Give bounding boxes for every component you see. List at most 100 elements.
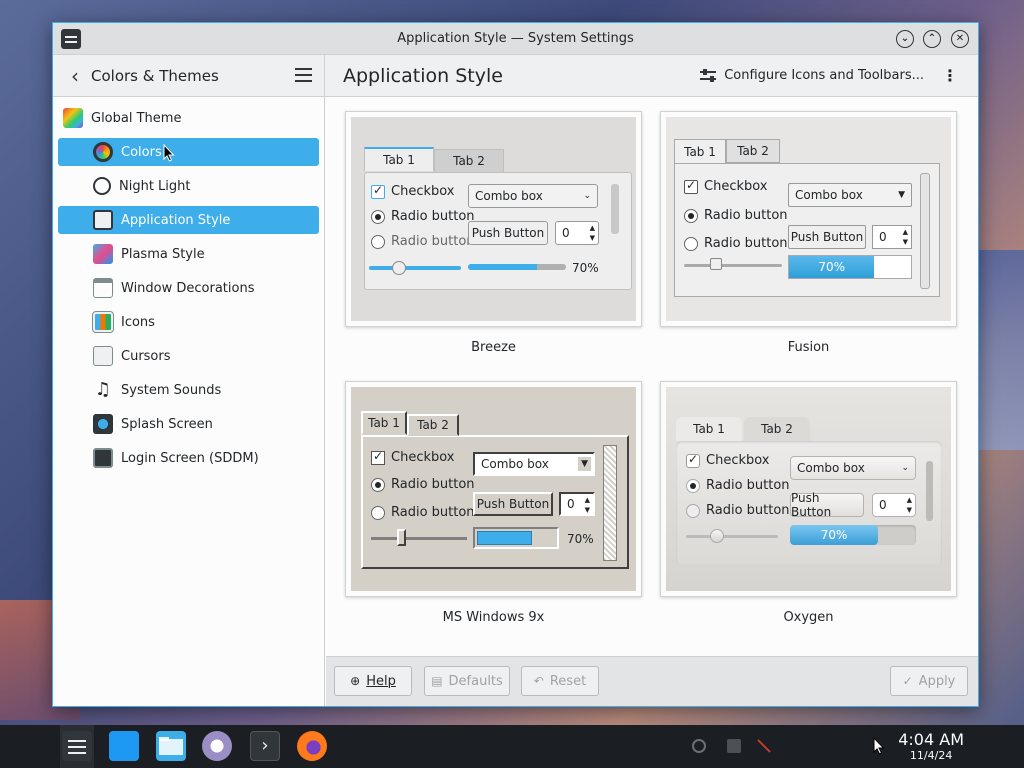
preview-combo: Combo box ▼ xyxy=(473,452,595,476)
sidebar-item-label: Splash Screen xyxy=(121,416,213,432)
icons-icon xyxy=(92,311,114,333)
slider-handle-icon xyxy=(397,529,406,546)
sidebar-item-icons[interactable]: Icons xyxy=(53,305,324,339)
mouse-cursor-icon xyxy=(873,736,887,755)
network-icon[interactable] xyxy=(757,739,771,753)
hamburger-menu-icon[interactable] xyxy=(295,68,312,82)
preview-tab-1: Tab 1 xyxy=(674,139,726,163)
preview-checkbox: Checkbox xyxy=(684,178,768,194)
browser-app-icon[interactable] xyxy=(202,731,232,761)
more-options-icon[interactable]: ⋮ xyxy=(942,66,958,85)
taskbar: › 4:04 AM 11/4/24 xyxy=(0,725,1024,768)
preview-progress-text: 70% xyxy=(572,261,599,275)
preview-combo-label: Combo box xyxy=(797,461,865,475)
style-name: MS Windows 9x xyxy=(442,610,545,625)
preview-tab-2: Tab 2 xyxy=(434,149,504,173)
reset-button[interactable]: ↶ Reset xyxy=(521,666,599,696)
style-preview: Tab 1 Tab 2 Checkbox Radio button Radio … xyxy=(351,387,636,591)
digital-clock[interactable]: 4:04 AM 11/4/24 xyxy=(898,730,964,762)
radio-off-icon xyxy=(371,505,385,520)
radio-off-icon xyxy=(684,236,698,251)
sidebar-item-login-screen[interactable]: Login Screen (SDDM) xyxy=(53,441,324,475)
apply-button[interactable]: ✓ Apply xyxy=(890,666,968,696)
preview-spin-value: 0 xyxy=(562,226,570,240)
back-icon[interactable]: ‹ xyxy=(61,62,89,90)
plasma-style-icon xyxy=(93,244,113,264)
progress-fill: 70% xyxy=(790,525,879,545)
system-settings-app-icon[interactable] xyxy=(61,29,81,49)
sidebar-item-night-light[interactable]: Night Light xyxy=(53,169,324,203)
chevron-down-icon: ⌄ xyxy=(583,191,591,201)
maximize-button[interactable]: ⌃ xyxy=(923,30,941,48)
sidebar-item-application-style[interactable]: Application Style xyxy=(58,206,319,234)
window-title: Application Style — System Settings xyxy=(397,31,634,46)
preview-tab-2: Tab 2 xyxy=(726,139,780,163)
sidebar-item-splash-screen[interactable]: Splash Screen xyxy=(53,407,324,441)
sidebar-item-system-sounds[interactable]: ♫ System Sounds xyxy=(53,373,324,407)
preview-radio-on: Radio button xyxy=(371,477,475,492)
preview-spin-value: 0 xyxy=(567,497,575,511)
preview-combo-label: Combo box xyxy=(481,457,549,471)
preview-push-button: Push Button xyxy=(473,492,553,516)
preview-scrollbar xyxy=(926,461,933,521)
style-card-oxygen[interactable]: Tab 1 Tab 2 Checkbox Radio button Radio … xyxy=(660,381,957,625)
breadcrumb: Colors & Themes xyxy=(91,66,219,85)
minimize-button[interactable]: ⌄ xyxy=(896,30,914,48)
sidebar-item-plasma-style[interactable]: Plasma Style xyxy=(53,237,324,271)
tray-icon[interactable] xyxy=(727,739,741,753)
preview-progress xyxy=(473,527,559,549)
file-manager-icon[interactable] xyxy=(156,731,186,761)
terminal-icon[interactable]: › xyxy=(250,731,280,761)
preview-radio-label: Radio button xyxy=(391,477,475,492)
preview-radio-off: Radio button xyxy=(371,505,475,520)
night-light-icon xyxy=(93,177,111,195)
style-card-fusion[interactable]: Tab 1 Tab 2 Checkbox Radio button Radio … xyxy=(660,111,957,355)
preview-push-button: Push Button xyxy=(790,491,864,519)
checkbox-check-icon xyxy=(371,183,385,199)
radio-off-icon xyxy=(371,234,385,249)
sidebar-item-colors[interactable]: Colors xyxy=(58,138,319,166)
preview-checkbox: Checkbox xyxy=(371,449,455,465)
chevron-down-icon: ▼ xyxy=(578,457,591,471)
undo-icon: ↶ xyxy=(533,674,544,688)
style-card-ms-windows-9x[interactable]: Tab 1 Tab 2 Checkbox Radio button Radio … xyxy=(345,381,642,625)
preview-slider xyxy=(369,266,461,270)
style-preview: Tab 1 Tab 2 Checkbox Radio button Radio … xyxy=(666,117,951,321)
configure-label: Configure Icons and Toolbars... xyxy=(724,68,924,83)
configure-toolbar-icon xyxy=(700,68,717,83)
preview-radio-label: Radio button xyxy=(706,478,790,493)
colors-icon xyxy=(93,142,113,162)
sidebar-item-cursors[interactable]: Cursors xyxy=(53,339,324,373)
slider-handle-icon xyxy=(392,261,406,275)
defaults-button[interactable]: ▤ Defaults xyxy=(424,666,510,696)
help-button[interactable]: ⊕ Help xyxy=(334,666,412,696)
sidebar-item-label: System Sounds xyxy=(121,382,222,398)
configure-icons-toolbars-button[interactable]: Configure Icons and Toolbars... xyxy=(700,68,924,83)
application-style-icon xyxy=(93,210,113,230)
preview-tab-2: Tab 2 xyxy=(407,414,459,436)
preview-radio-label: Radio button xyxy=(704,236,788,251)
radio-on-icon xyxy=(684,208,698,223)
radio-off-icon xyxy=(686,503,700,518)
sidebar-item-label: Icons xyxy=(121,314,155,330)
close-button[interactable]: ✕ xyxy=(951,30,969,48)
tray-icon[interactable] xyxy=(692,739,706,753)
discover-store-icon[interactable] xyxy=(109,731,139,761)
cursors-icon xyxy=(93,346,113,366)
preview-tab-1: Tab 1 xyxy=(676,417,742,441)
firefox-icon[interactable] xyxy=(297,731,327,761)
sidebar-item-label: Window Decorations xyxy=(121,280,255,296)
sidebar-item-window-decorations[interactable]: Window Decorations xyxy=(53,271,324,305)
window-titlebar[interactable]: Application Style — System Settings ⌄ ⌃ … xyxy=(53,23,978,55)
preview-radio-label: Radio button xyxy=(391,505,475,520)
sidebar-item-global-theme[interactable]: Global Theme xyxy=(53,101,324,135)
progress-fill xyxy=(477,531,532,545)
preview-checkbox: Checkbox xyxy=(686,452,770,468)
preview-radio-on: Radio button xyxy=(684,208,788,223)
system-settings-taskbar-icon[interactable] xyxy=(62,731,92,761)
style-card-breeze[interactable]: Tab 1 Tab 2 Checkbox Radio button Radio … xyxy=(345,111,642,355)
preview-combo: Combo box ⌄ xyxy=(790,456,916,480)
preview-push-button: Push Button xyxy=(788,225,866,249)
chevron-down-icon: ▼ xyxy=(898,190,905,200)
sidebar-item-label: Plasma Style xyxy=(121,246,205,262)
